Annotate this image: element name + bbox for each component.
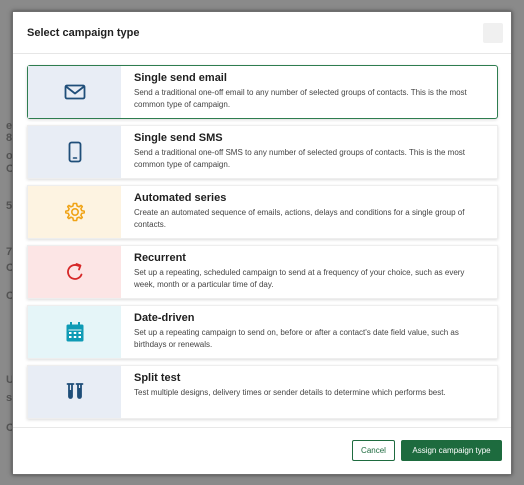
card-body: Recurrent Set up a repeating, scheduled … xyxy=(134,251,487,290)
card-title: Single send SMS xyxy=(134,132,223,144)
card-icon-area xyxy=(28,66,121,118)
card-description: Create an automated sequence of emails, … xyxy=(134,208,465,229)
modal-header: Select campaign type xyxy=(13,12,511,54)
card-body: Automated series Create an automated seq… xyxy=(134,191,487,230)
calendar-icon xyxy=(65,321,85,343)
card-description: Set up a repeating, scheduled campaign t… xyxy=(134,268,465,289)
cancel-button[interactable]: Cancel xyxy=(352,440,395,461)
campaign-type-single-send-sms[interactable]: Single send SMS Send a traditional one-o… xyxy=(27,125,498,179)
campaign-type-list: Single send email Send a traditional one… xyxy=(27,65,498,425)
campaign-type-split-test[interactable]: Split test Test multiple designs, delive… xyxy=(27,365,498,419)
campaign-type-recurrent[interactable]: Recurrent Set up a repeating, scheduled … xyxy=(27,245,498,299)
card-body: Single send email Send a traditional one… xyxy=(134,71,487,110)
test-tubes-icon xyxy=(64,381,86,403)
card-body: Split test Test multiple designs, delive… xyxy=(134,371,487,399)
repeat-icon xyxy=(64,261,86,283)
card-icon-area xyxy=(28,306,121,358)
card-icon-area xyxy=(28,246,121,298)
mobile-phone-icon xyxy=(68,141,82,163)
card-icon-area xyxy=(28,186,121,238)
close-button[interactable] xyxy=(483,23,503,43)
envelope-icon xyxy=(64,84,86,100)
modal-title: Select campaign type xyxy=(27,27,140,39)
select-campaign-type-dialog: Select campaign type Single send email S… xyxy=(12,11,512,475)
card-body: Date-driven Set up a repeating campaign … xyxy=(134,311,487,350)
card-body: Single send SMS Send a traditional one-o… xyxy=(134,131,487,170)
gear-icon xyxy=(64,201,86,223)
campaign-type-single-send-email[interactable]: Single send email Send a traditional one… xyxy=(27,65,498,119)
campaign-type-date-driven[interactable]: Date-driven Set up a repeating campaign … xyxy=(27,305,498,359)
card-icon-area xyxy=(28,366,121,418)
assign-campaign-type-button[interactable]: Assign campaign type xyxy=(401,440,502,461)
card-icon-area xyxy=(28,126,121,178)
card-description: Set up a repeating campaign to send on, … xyxy=(134,328,459,349)
card-title: Recurrent xyxy=(134,252,186,264)
card-title: Single send email xyxy=(134,72,227,84)
card-title: Automated series xyxy=(134,192,227,204)
card-title: Split test xyxy=(134,372,181,384)
card-description: Test multiple designs, delivery times or… xyxy=(134,388,446,397)
campaign-type-automated-series[interactable]: Automated series Create an automated seq… xyxy=(27,185,498,239)
card-description: Send a traditional one-off SMS to any nu… xyxy=(134,148,465,169)
card-title: Date-driven xyxy=(134,312,195,324)
modal-footer: Cancel Assign campaign type xyxy=(13,427,511,474)
card-description: Send a traditional one-off email to any … xyxy=(134,88,467,109)
